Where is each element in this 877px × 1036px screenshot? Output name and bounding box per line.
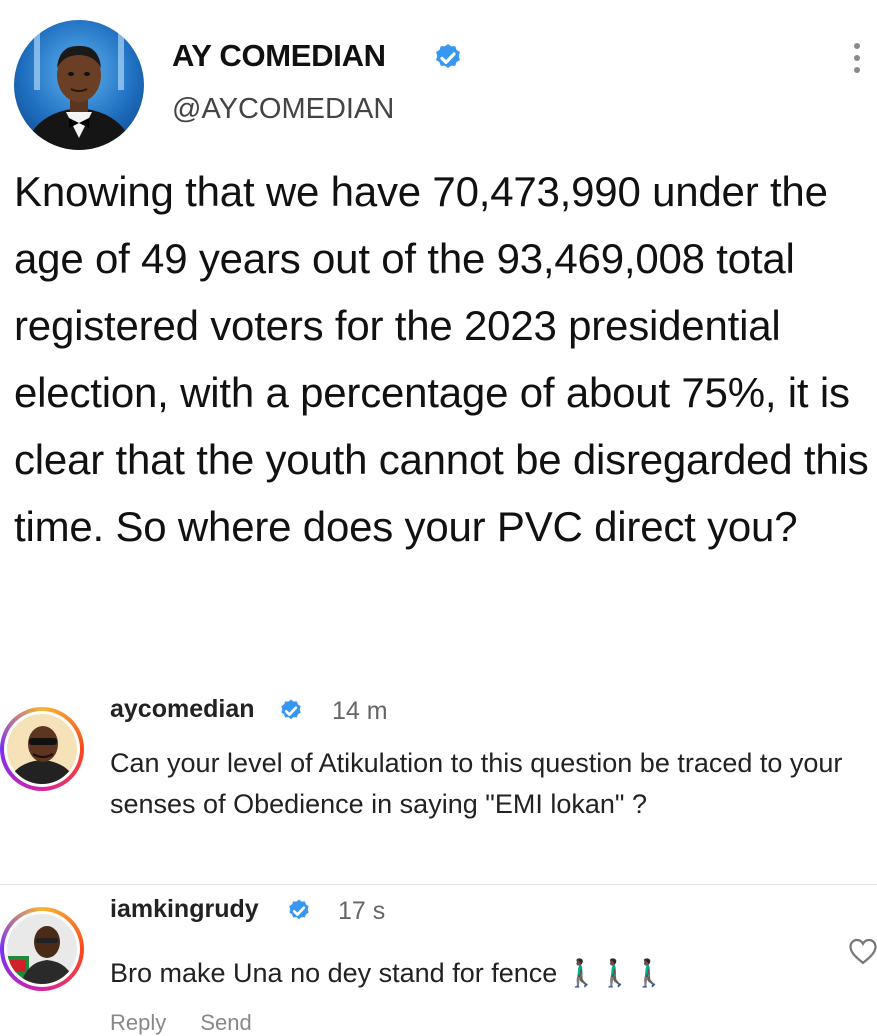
tweet-author-avatar[interactable] [14, 20, 144, 150]
comment-text: Bro make Una no dey stand for fence 🚶🏿‍♂… [110, 958, 666, 988]
comment-item: aycomedian 14 m Can your level of Atikul… [0, 695, 877, 875]
verified-badge-icon [289, 899, 309, 920]
comment-username[interactable]: aycomedian [110, 695, 255, 724]
commenter-avatar[interactable] [0, 707, 84, 791]
tweet-handle[interactable]: @AYCOMEDIAN [172, 93, 394, 126]
tweet-display-name[interactable]: AY COMEDIAN [172, 38, 386, 74]
comment-item: iamkingrudy 17 s Bro make Una no dey sta… [0, 895, 877, 1024]
comment-timestamp: 17 s [338, 897, 386, 925]
more-vertical-icon[interactable] [848, 40, 866, 76]
verified-badge-icon [281, 699, 301, 720]
comment-timestamp: 14 m [332, 697, 388, 725]
comment-actions[interactable]: Reply Send [110, 1010, 252, 1036]
comment-username[interactable]: iamkingrudy [110, 895, 259, 924]
verified-badge-icon [436, 44, 460, 68]
comment-text: Can your level of Atikulation to this qu… [110, 748, 843, 819]
tweet-body-text: Knowing that we have 70,473,990 under th… [14, 168, 869, 550]
comment-divider [0, 884, 877, 885]
heart-icon[interactable] [848, 937, 877, 965]
commenter-avatar[interactable] [0, 907, 84, 991]
